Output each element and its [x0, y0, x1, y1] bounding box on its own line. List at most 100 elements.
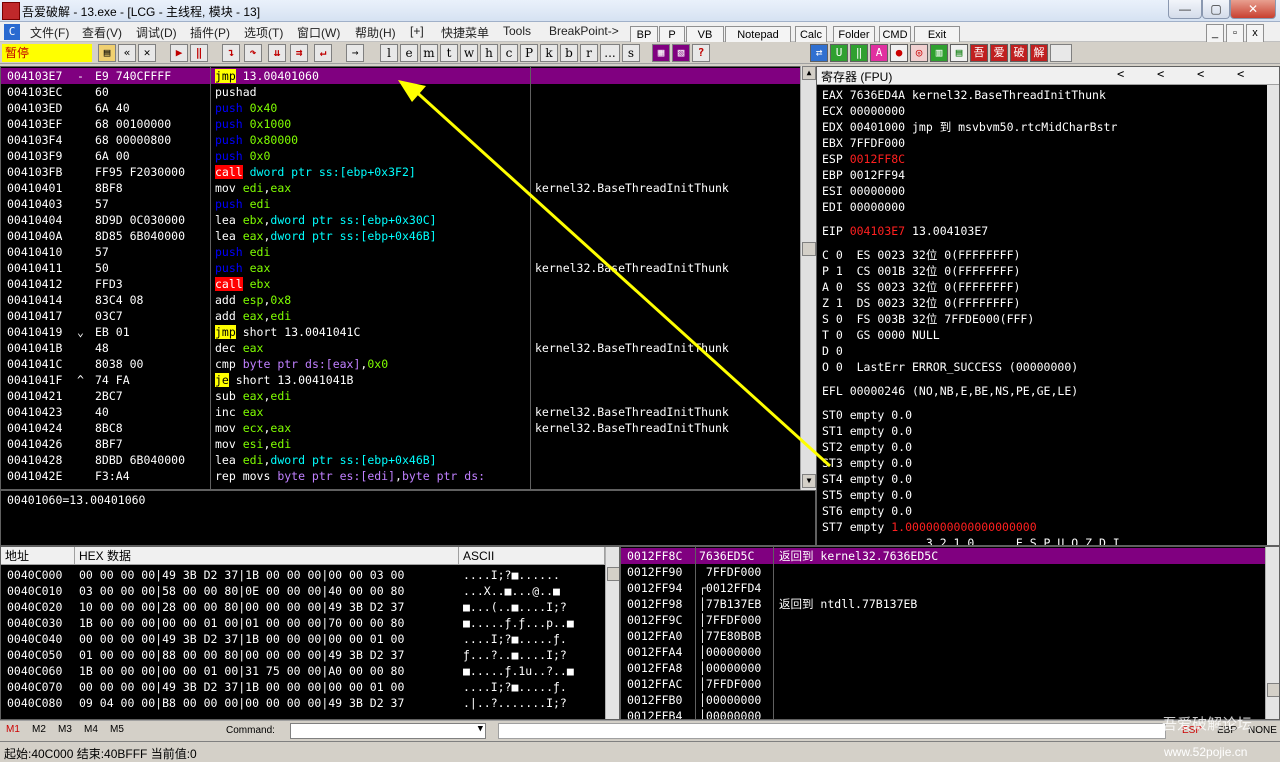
plugin-target-icon[interactable]: ◎: [910, 44, 928, 62]
register-line[interactable]: A 0 SS 0023 32位 0(FFFFFFFF): [822, 279, 1020, 295]
registers-scrollbar[interactable]: [1267, 85, 1279, 545]
mdi-restore-button[interactable]: ▫: [1226, 24, 1244, 43]
pause-icon[interactable]: ‖: [190, 44, 208, 62]
disasm-row[interactable]: 004103E7- E9 740CFFFF jmp 13.00401060: [1, 68, 801, 84]
disasm-row[interactable]: 00410417 03C7 add eax,edi: [1, 308, 801, 324]
stack-scroll-thumb[interactable]: [1267, 683, 1279, 697]
dump-scroll-thumb[interactable]: [607, 567, 619, 581]
close-icon[interactable]: ✕: [138, 44, 156, 62]
stack-row[interactable]: 0012FF8C 7636ED5C 返回到 kernel32.7636ED5C: [621, 548, 1265, 564]
minimize-button[interactable]: —: [1168, 0, 1202, 19]
register-line[interactable]: ST2 empty 0.0: [822, 439, 912, 455]
memory-map-button[interactable]: m: [420, 44, 438, 62]
stack-row[interactable]: 0012FFA4 │00000000: [621, 644, 1279, 660]
menu-shortcuts[interactable]: 快捷菜单: [441, 24, 489, 41]
c-icon[interactable]: C: [4, 24, 20, 40]
stack-scrollbar[interactable]: [1265, 547, 1279, 719]
register-nav-arrow[interactable]: <: [1157, 67, 1164, 81]
register-line[interactable]: ST1 empty 0.0: [822, 423, 912, 439]
restart-icon[interactable]: «: [118, 44, 136, 62]
disasm-row[interactable]: 0041040A 8D85 6B040000 lea eax,dword ptr s…: [1, 228, 801, 244]
disasm-row[interactable]: 004103FB FF95 F2030000 call dword ptr ss:[…: [1, 164, 801, 180]
disasm-row[interactable]: 00410428 8DBD 6B040000 lea edi,dword ptr s…: [1, 452, 801, 468]
disassembly-scrollbar[interactable]: ▲ ▼: [800, 66, 816, 490]
register-line[interactable]: C 0 ES 0023 32位 0(FFFFFFFF): [822, 247, 1020, 263]
plugin-jie-icon[interactable]: 解: [1030, 44, 1048, 62]
plugin-a-icon[interactable]: A: [870, 44, 888, 62]
run-trace-button[interactable]: ...: [600, 44, 620, 62]
stack-row[interactable]: 0012FF90 7FFDF000: [621, 564, 1279, 580]
memory-tab-m2[interactable]: M2: [32, 724, 46, 735]
dump-scrollbar[interactable]: [605, 547, 619, 719]
plugin-grid-icon[interactable]: ▥: [930, 44, 948, 62]
stack-row[interactable]: 0012FFAC │7FFDF000: [621, 676, 1279, 692]
open-icon[interactable]: ▤: [98, 44, 116, 62]
disasm-row[interactable]: 00410419 ⌄ EB 01 jmp short 13.0041041C: [1, 324, 801, 340]
register-line[interactable]: ST7 empty 1.0000000000000000000: [822, 519, 1037, 535]
mdi-minimize-button[interactable]: _: [1206, 24, 1224, 43]
disasm-row[interactable]: 004103F4 68 00000800 push 0x80000: [1, 132, 801, 148]
plugin-wu-icon[interactable]: 吾: [970, 44, 988, 62]
cpu-button[interactable]: c: [500, 44, 518, 62]
menu-options[interactable]: 选项(T): [244, 24, 283, 41]
references-button[interactable]: r: [580, 44, 598, 62]
plugin-doc-icon[interactable]: ▤: [950, 44, 968, 62]
source-button[interactable]: s: [622, 44, 640, 62]
register-line[interactable]: S 0 FS 003B 32位 7FFDE000(FFF): [822, 311, 1034, 327]
register-line[interactable]: EDI 00000000: [822, 199, 905, 215]
register-line[interactable]: ECX 00000000: [822, 103, 905, 119]
memory-tab-m4[interactable]: M4: [84, 724, 98, 735]
register-line[interactable]: EBX 7FFDF000: [822, 135, 905, 151]
register-line[interactable]: Z 1 DS 0023 32位 0(FFFFFFFF): [822, 295, 1020, 311]
stack-row[interactable]: 0012FF94 ┌0012FFD4: [621, 580, 1279, 596]
register-line[interactable]: ST6 empty 0.0: [822, 503, 912, 519]
threads-button[interactable]: t: [440, 44, 458, 62]
menu-plugins[interactable]: 插件(P): [190, 24, 230, 41]
disasm-row[interactable]: 00410404 8D9D 0C030000 lea ebx,dword ptr s…: [1, 212, 801, 228]
register-line[interactable]: ST3 empty 0.0: [822, 455, 912, 471]
stack-row[interactable]: 0012FF98 │77B137EB 返回到 ntdll.77B137EB: [621, 596, 1279, 612]
close-button[interactable]: ✕: [1230, 0, 1276, 19]
disasm-row[interactable]: 0041041F ^ 74 FA je short 13.0041041B: [1, 372, 801, 388]
menu-view[interactable]: 查看(V): [82, 24, 122, 41]
blank-tool-icon[interactable]: [1050, 44, 1072, 62]
dump-header-address[interactable]: 地址: [1, 547, 75, 565]
plugin-po-icon[interactable]: 破: [1010, 44, 1028, 62]
memory-tab-m1[interactable]: M1: [6, 724, 20, 735]
memory-tab-m5[interactable]: M5: [110, 724, 124, 735]
register-nav-arrow[interactable]: <: [1117, 67, 1124, 81]
disassembly-scroll-thumb[interactable]: [802, 242, 816, 256]
plugin-l-icon[interactable]: ‖: [850, 44, 868, 62]
register-line[interactable]: 3 2 1 0 E S P U O Z D I: [822, 535, 1120, 545]
register-line[interactable]: EIP 004103E7 13.004103E7: [822, 223, 988, 239]
menu-help[interactable]: 帮助(H): [355, 24, 396, 41]
step-into-icon[interactable]: ↴: [222, 44, 240, 62]
register-line[interactable]: ESI 00000000: [822, 183, 905, 199]
step-over-icon[interactable]: ↷: [244, 44, 262, 62]
windows-button[interactable]: w: [460, 44, 478, 62]
menu-window[interactable]: 窗口(W): [297, 24, 340, 41]
trace-over-icon[interactable]: ⇉: [290, 44, 308, 62]
app-icon[interactable]: [2, 2, 20, 20]
breakpoints-button[interactable]: b: [560, 44, 578, 62]
register-nav-arrow[interactable]: <: [1237, 67, 1244, 81]
options-icon[interactable]: ▦: [652, 44, 670, 62]
disassembly-pane[interactable]: 004103E7- E9 740CFFFF jmp 13.00401060 00410…: [0, 66, 816, 490]
disasm-row[interactable]: 00410401 8BF8 mov edi,eax kernel32.BaseThre…: [1, 180, 801, 196]
disasm-row[interactable]: 00410426 8BF7 mov esi,edi: [1, 436, 801, 452]
register-line[interactable]: EAX 7636ED4A kernel32.BaseThreadInitThun…: [822, 87, 1106, 103]
menu-plus[interactable]: [+]: [410, 24, 424, 38]
menu-tools[interactable]: Tools: [503, 24, 531, 38]
plugin-ai-icon[interactable]: 爱: [990, 44, 1008, 62]
goto-icon[interactable]: →: [346, 44, 364, 62]
menu-file[interactable]: 文件(F): [30, 24, 69, 41]
trace-into-icon[interactable]: ⇊: [268, 44, 286, 62]
disasm-row[interactable]: 00410424 8BC8 mov ecx,eax kernel32.BaseThre…: [1, 420, 801, 436]
register-line[interactable]: EFL 00000246 (NO,NB,E,BE,NS,PE,GE,LE): [822, 383, 1078, 399]
stack-row[interactable]: 0012FFA8 │00000000: [621, 660, 1279, 676]
flag-none[interactable]: NONE: [1248, 725, 1277, 736]
disasm-row[interactable]: 00410411 50 push eax kernel32.BaseThreadIni…: [1, 260, 801, 276]
run-icon[interactable]: ▶: [170, 44, 188, 62]
plugin-record-icon[interactable]: ●: [890, 44, 908, 62]
register-line[interactable]: P 1 CS 001B 32位 0(FFFFFFFF): [822, 263, 1020, 279]
